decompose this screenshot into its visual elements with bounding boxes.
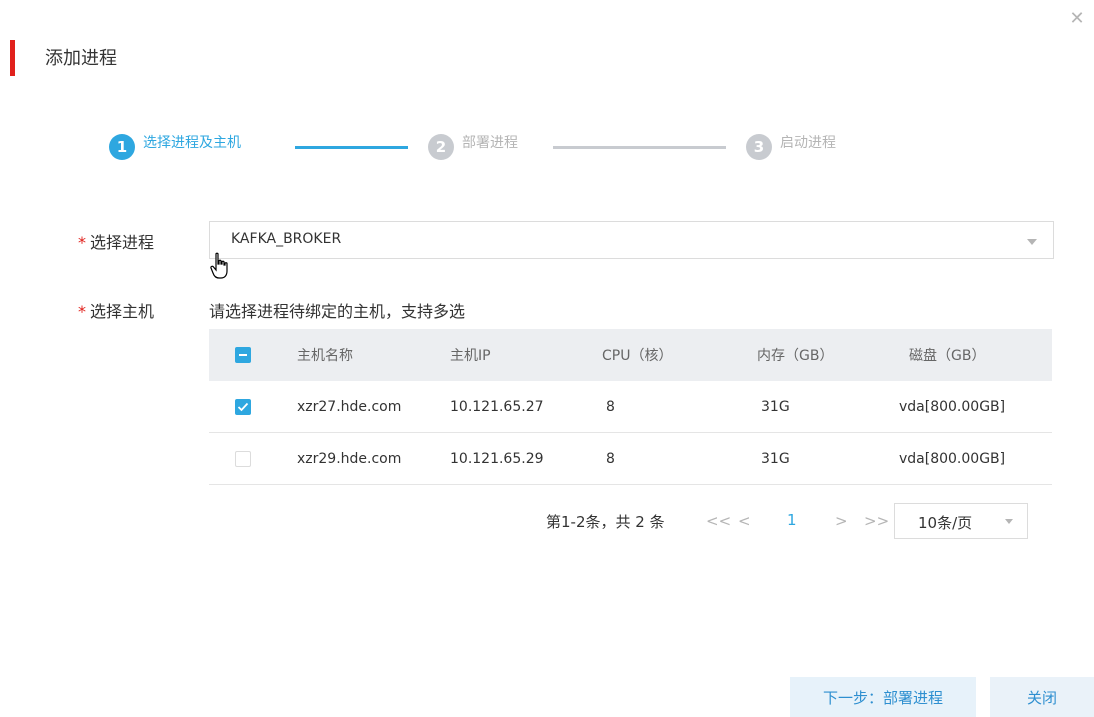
header-cpu: CPU（核） xyxy=(602,348,673,364)
step-1-label: 选择进程及主机 xyxy=(143,135,241,151)
next-page-button[interactable]: > xyxy=(835,512,848,530)
prev-page-button[interactable]: < xyxy=(738,512,751,530)
cell-cpu: 8 xyxy=(606,450,615,467)
required-mark: * xyxy=(78,233,86,252)
process-select[interactable]: KAFKA_BROKER xyxy=(209,221,1054,259)
step-2-label: 部署进程 xyxy=(462,135,518,151)
next-step-button[interactable]: 下一步：部署进程 xyxy=(790,677,976,717)
cell-cpu: 8 xyxy=(606,398,615,415)
table-header: 主机名称 主机IP CPU（核） 内存（GB） 磁盘（GB） xyxy=(209,329,1052,381)
table-row[interactable]: xzr29.hde.com 10.121.65.29 8 31G vda[800… xyxy=(209,433,1052,485)
cell-memory: 31G xyxy=(761,450,790,467)
step-2: 2 部署进程 xyxy=(428,134,518,160)
chevron-down-icon xyxy=(1027,239,1037,245)
row-checkbox[interactable] xyxy=(235,398,251,415)
select-all-checkbox[interactable] xyxy=(235,347,251,363)
dialog-title: 添加进程 xyxy=(45,48,117,69)
step-1: 1 选择进程及主机 xyxy=(109,134,241,160)
row-checkbox[interactable] xyxy=(235,450,251,467)
host-label-text: 选择主机 xyxy=(90,302,155,321)
cell-ip: 10.121.65.29 xyxy=(450,450,544,467)
row-checkbox-cell xyxy=(235,381,251,432)
cell-hostname: xzr29.hde.com xyxy=(297,450,402,467)
close-button[interactable]: 关闭 xyxy=(990,677,1094,717)
first-page-button[interactable]: << xyxy=(706,512,731,530)
select-all-cell xyxy=(235,329,251,381)
last-page-button[interactable]: >> xyxy=(864,512,889,530)
header-disk: 磁盘（GB） xyxy=(909,348,986,364)
host-label: * 选择主机 xyxy=(78,298,154,322)
cell-disk: vda[800.00GB] xyxy=(899,450,1006,467)
step-3: 3 启动进程 xyxy=(746,134,836,160)
page-1-button[interactable]: 1 xyxy=(787,511,797,529)
cell-ip: 10.121.65.27 xyxy=(450,398,544,415)
row-checkbox-cell xyxy=(235,433,251,484)
cell-hostname: xzr27.hde.com xyxy=(297,398,402,415)
step-3-label: 启动进程 xyxy=(780,135,836,151)
step-2-number: 2 xyxy=(428,134,454,160)
page-size-select[interactable]: 10条/页 xyxy=(894,503,1028,539)
host-table: 主机名称 主机IP CPU（核） 内存（GB） 磁盘（GB） xzr27.hde… xyxy=(209,329,1052,485)
pagination-info: 第1-2条，共 2 条 xyxy=(546,513,665,531)
process-select-value: KAFKA_BROKER xyxy=(231,231,342,247)
step-1-number: 1 xyxy=(109,134,135,160)
header-ip: 主机IP xyxy=(450,348,491,364)
process-label-text: 选择进程 xyxy=(90,233,155,252)
required-mark: * xyxy=(78,302,86,321)
page-size-value: 10条/页 xyxy=(918,514,973,532)
chevron-down-icon xyxy=(1005,519,1013,524)
step-connector-2 xyxy=(553,146,726,149)
process-label: * 选择进程 xyxy=(78,229,154,253)
hand-pointer-icon xyxy=(210,252,228,279)
cell-disk: vda[800.00GB] xyxy=(899,398,1006,415)
cell-memory: 31G xyxy=(761,398,790,415)
close-icon[interactable]: ✕ xyxy=(1068,10,1086,28)
header-hostname: 主机名称 xyxy=(297,348,353,364)
host-hint: 请选择进程待绑定的主机，支持多选 xyxy=(209,302,466,321)
title-accent-bar xyxy=(10,40,15,76)
table-row[interactable]: xzr27.hde.com 10.121.65.27 8 31G vda[800… xyxy=(209,381,1052,433)
checkmark-icon xyxy=(237,402,249,411)
step-3-number: 3 xyxy=(746,134,772,160)
step-connector-1 xyxy=(295,146,408,149)
header-memory: 内存（GB） xyxy=(757,348,834,364)
